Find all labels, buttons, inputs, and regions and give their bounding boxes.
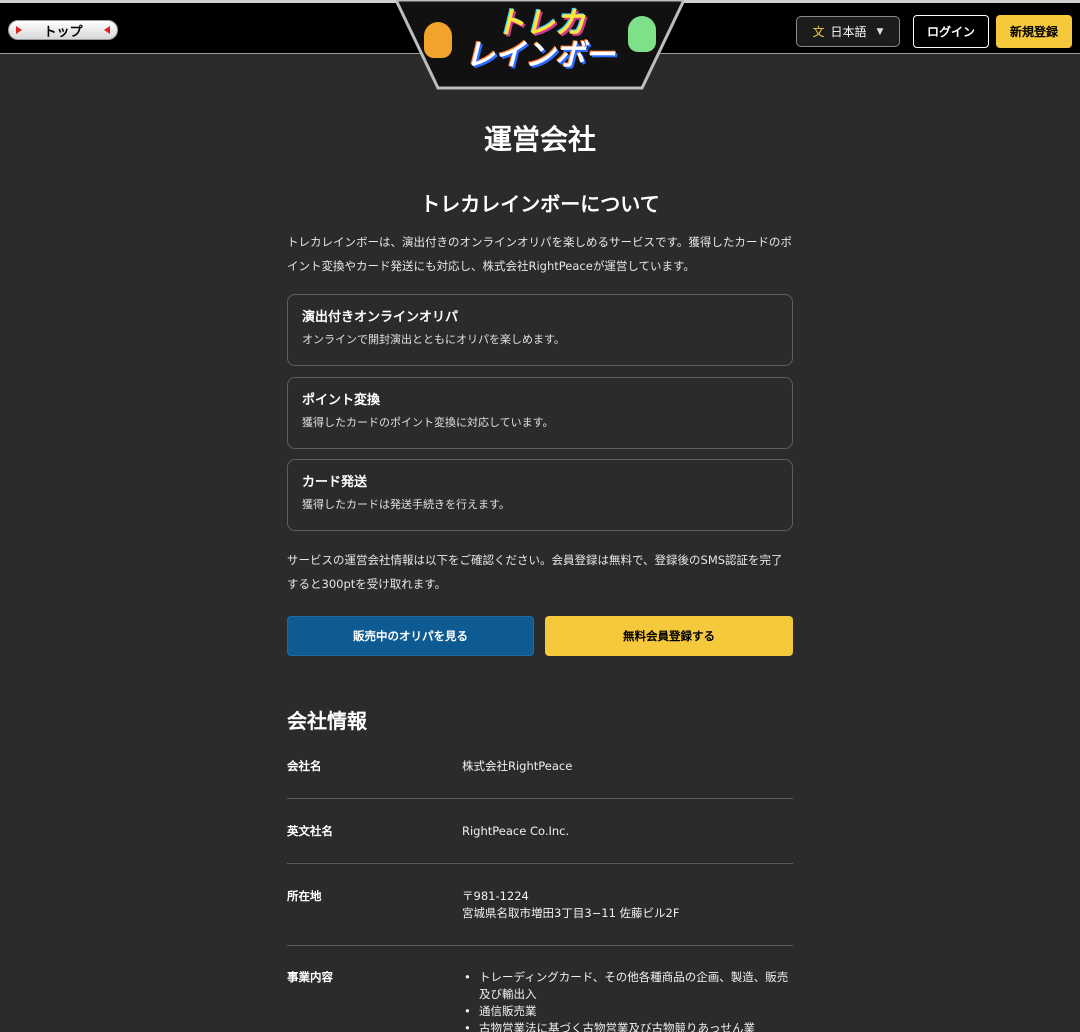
language-selector[interactable]: 文 日本語 ▼ <box>796 16 900 47</box>
feature-card-oripa: 演出付きオンラインオリパ オンラインで開封演出とともにオリパを楽しめます。 <box>287 294 793 366</box>
logo-line1: トレカ <box>495 6 585 41</box>
feature-title: 演出付きオンラインオリパ <box>302 310 459 325</box>
list-item: 通信販売業 <box>462 1003 793 1020</box>
business-list: トレーディングカード、その他各種商品の企画、製造、販売及び輸出入 通信販売業 古… <box>462 969 793 1032</box>
info-label: 会社名 <box>287 759 322 773</box>
triangle-right-icon <box>16 26 22 34</box>
feature-desc: 獲得したカードのポイント変換に対応しています。 <box>302 416 554 429</box>
chevron-down-icon: ▼ <box>876 26 884 37</box>
translate-icon: 文 <box>812 25 825 39</box>
info-row-company-name: 会社名 株式会社RightPeace <box>287 758 793 799</box>
signup-button[interactable]: 新規登録 <box>996 15 1072 48</box>
feature-title: カード発送 <box>302 475 368 490</box>
info-value: RightPeace Co.Inc. <box>462 824 570 838</box>
language-label: 日本語 <box>830 25 867 39</box>
info-label: 事業内容 <box>287 970 333 984</box>
info-row-address: 所在地 〒981-1224 宮城県名取市増田3丁目3−11 佐藤ビル2F <box>287 888 793 946</box>
list-item: トレーディングカード、その他各種商品の企画、製造、販売及び輸出入 <box>462 969 793 1003</box>
info-row-business: 事業内容 トレーディングカード、その他各種商品の企画、製造、販売及び輸出入 通信… <box>287 969 793 1032</box>
intro-text: トレカレインボーは、演出付きのオンラインオリパを楽しめるサービスです。獲得したカ… <box>287 235 792 273</box>
logo-text: トレカ レインボー <box>396 8 684 72</box>
info-value: 〒981-1224 宮城県名取市増田3丁目3−11 佐藤ビル2F <box>462 888 793 922</box>
site-logo[interactable]: トレカ レインボー <box>396 0 684 90</box>
feature-desc: 獲得したカードは発送手続きを行えます。 <box>302 498 510 511</box>
info-value: 株式会社RightPeace <box>462 759 573 773</box>
feature-card-shipping: カード発送 獲得したカードは発送手続きを行えます。 <box>287 459 793 531</box>
info-label: 英文社名 <box>287 824 333 838</box>
feature-title: ポイント変換 <box>302 393 381 408</box>
address-line: 宮城県名取市増田3丁目3−11 佐藤ビル2F <box>462 906 680 920</box>
free-signup-button[interactable]: 無料会員登録する <box>545 616 793 656</box>
view-oripa-button[interactable]: 販売中のオリパを見る <box>287 616 534 656</box>
feature-desc: オンラインで開封演出とともにオリパを楽しめます。 <box>302 333 565 346</box>
company-info-title: 会社情報 <box>287 709 367 733</box>
info-label: 所在地 <box>287 889 322 903</box>
top-button-label: トップ <box>43 24 83 40</box>
info-row-english-name: 英文社名 RightPeace Co.Inc. <box>287 823 793 864</box>
notice-text: サービスの運営会社情報は以下をご確認ください。会員登録は無料で、登録後のSMS認… <box>287 553 783 591</box>
logo-line2: レインボー <box>465 38 615 73</box>
list-item: 古物営業法に基づく古物営業及び古物競りあっせん業 <box>462 1020 793 1032</box>
top-button[interactable]: トップ <box>8 20 118 40</box>
feature-card-points: ポイント変換 獲得したカードのポイント変換に対応しています。 <box>287 377 793 449</box>
triangle-left-icon <box>104 26 110 34</box>
login-button[interactable]: ログイン <box>913 15 989 48</box>
page-title: 運営会社 <box>483 123 596 156</box>
address-zip: 〒981-1224 <box>462 889 529 903</box>
about-title: トレカレインボーについて <box>420 192 660 216</box>
info-value: トレーディングカード、その他各種商品の企画、製造、販売及び輸出入 通信販売業 古… <box>462 969 793 1032</box>
